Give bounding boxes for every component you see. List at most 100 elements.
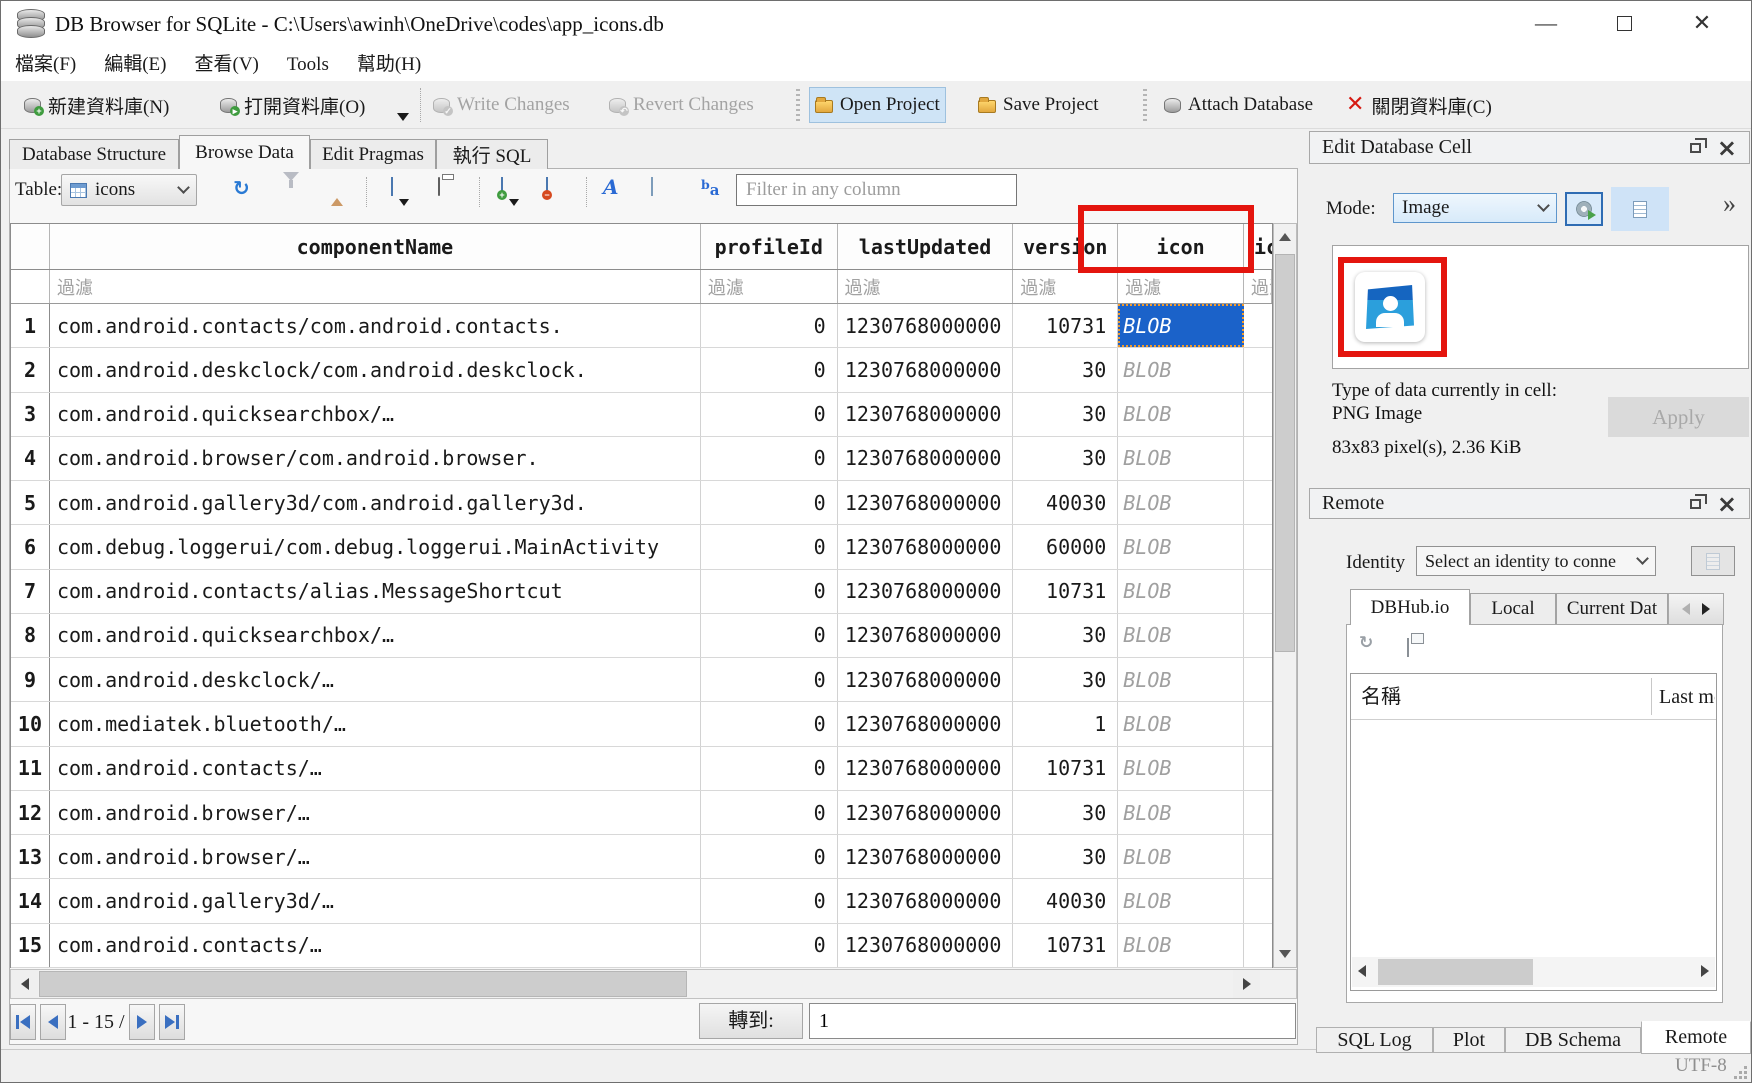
menu-view[interactable]: 查看(V)	[181, 48, 273, 81]
scroll-right-icon[interactable]	[1233, 970, 1260, 998]
mode-select[interactable]: Image	[1393, 193, 1557, 223]
cell-lastUpdated[interactable]: 1230768000000	[838, 304, 1014, 347]
open-database-dropdown-icon[interactable]	[397, 113, 409, 121]
filter-input[interactable]	[736, 174, 1017, 206]
column-header[interactable]: profileId	[701, 224, 838, 269]
cell-version[interactable]: 30	[1013, 835, 1118, 878]
scroll-down-icon[interactable]	[1274, 941, 1296, 967]
cell-icon[interactable]: BLOB	[1118, 481, 1244, 524]
tab-local[interactable]: Local	[1470, 593, 1556, 625]
cell-version[interactable]: 60000	[1013, 525, 1118, 568]
tab-dbhub-io[interactable]: DBHub.io	[1350, 589, 1470, 625]
cell-componentName[interactable]: com.android.contacts/…	[50, 924, 701, 967]
maximize-button[interactable]	[1593, 1, 1655, 45]
attach-database-button[interactable]: Attach Database	[1159, 87, 1318, 123]
filter-input[interactable]: 過濾	[1013, 270, 1118, 303]
cell-profileId[interactable]: 0	[701, 437, 838, 480]
print-button[interactable]	[438, 178, 440, 196]
cell-profileId[interactable]: 0	[701, 614, 838, 657]
column-name[interactable]: 名稱	[1361, 674, 1401, 720]
cell-overflow[interactable]	[1244, 393, 1272, 436]
cell-lastUpdated[interactable]: 1230768000000	[838, 393, 1014, 436]
cell-lastUpdated[interactable]: 1230768000000	[838, 614, 1014, 657]
cell-lastUpdated[interactable]: 1230768000000	[838, 570, 1014, 613]
tab-execute-sql[interactable]: 執行 SQL	[436, 139, 548, 169]
cell-icon[interactable]: BLOB	[1118, 614, 1244, 657]
column-header[interactable]: componentName	[50, 224, 701, 269]
cell-componentName[interactable]: com.android.quicksearchbox/…	[50, 614, 701, 657]
write-changes-button[interactable]: ✓ Write Changes	[428, 87, 575, 123]
filter-input[interactable]: 過濾	[50, 270, 701, 303]
row-number[interactable]: 12	[11, 791, 50, 834]
cell-overflow[interactable]	[1244, 304, 1272, 347]
cell-icon[interactable]: BLOB	[1118, 658, 1244, 701]
filter-input[interactable]: 過濾	[1244, 270, 1272, 303]
cell-componentName[interactable]: com.android.contacts/alias.MessageShortc…	[50, 570, 701, 613]
clone-database-button[interactable]	[1407, 639, 1409, 657]
cell-icon[interactable]: BLOB	[1118, 879, 1244, 922]
cell-lastUpdated[interactable]: 1230768000000	[838, 791, 1014, 834]
cell-icon[interactable]: BLOB	[1118, 393, 1244, 436]
cell-overflow[interactable]	[1244, 570, 1272, 613]
scroll-left-icon[interactable]	[11, 970, 38, 998]
row-number[interactable]: 7	[11, 570, 50, 613]
cell-lastUpdated[interactable]: 1230768000000	[838, 879, 1014, 922]
cell-icon[interactable]: BLOB	[1118, 924, 1244, 967]
cell-version[interactable]: 10731	[1013, 570, 1118, 613]
cell-icon[interactable]: BLOB	[1118, 791, 1244, 834]
row-number[interactable]: 6	[11, 525, 50, 568]
prev-page-button[interactable]	[40, 1004, 66, 1040]
cell-profileId[interactable]: 0	[701, 481, 838, 524]
row-number[interactable]: 4	[11, 437, 50, 480]
cell-icon[interactable]: BLOB	[1118, 835, 1244, 878]
tab-current-database[interactable]: Current Dat	[1556, 593, 1668, 625]
minimize-button[interactable]: —	[1515, 1, 1577, 45]
horizontal-scrollbar[interactable]	[10, 969, 1297, 999]
row-number[interactable]: 8	[11, 614, 50, 657]
filter-input[interactable]: 過濾	[838, 270, 1014, 303]
cell-version[interactable]: 10731	[1013, 304, 1118, 347]
cell-overflow[interactable]	[1244, 481, 1272, 524]
cell-icon[interactable]: BLOB	[1118, 525, 1244, 568]
column-header[interactable]: icon	[1118, 224, 1244, 269]
open-in-editor-button[interactable]	[651, 178, 653, 196]
import-certificate-button[interactable]	[1691, 546, 1735, 576]
row-number[interactable]: 10	[11, 702, 50, 745]
cell-version[interactable]: 10731	[1013, 747, 1118, 790]
cell-overflow[interactable]	[1244, 614, 1272, 657]
cell-componentName[interactable]: com.android.browser/com.android.browser.	[50, 437, 701, 480]
text-mode-button[interactable]	[1611, 187, 1669, 231]
goto-button[interactable]: 轉到:	[699, 1003, 803, 1039]
cell-lastUpdated[interactable]: 1230768000000	[838, 658, 1014, 701]
cell-version[interactable]: 30	[1013, 348, 1118, 391]
cell-lastUpdated[interactable]: 1230768000000	[838, 437, 1014, 480]
new-database-button[interactable]: + 新建資料庫(N)	[19, 87, 174, 123]
cell-lastUpdated[interactable]: 1230768000000	[838, 481, 1014, 524]
cell-version[interactable]: 30	[1013, 658, 1118, 701]
close-button[interactable]: ✕	[1671, 1, 1733, 45]
cell-profileId[interactable]: 0	[701, 791, 838, 834]
edit-cell-button[interactable]: A	[603, 175, 619, 199]
column-header[interactable]: ic	[1244, 224, 1272, 269]
cell-overflow[interactable]	[1244, 437, 1272, 480]
tab-sql-log[interactable]: SQL Log	[1316, 1027, 1433, 1053]
row-number[interactable]: 14	[11, 879, 50, 922]
cell-profileId[interactable]: 0	[701, 393, 838, 436]
cell-lastUpdated[interactable]: 1230768000000	[838, 924, 1014, 967]
filter-input[interactable]: 過濾	[1118, 270, 1244, 303]
row-number[interactable]: 3	[11, 393, 50, 436]
close-database-button[interactable]: ✕ 關閉資料庫(C)	[1341, 87, 1497, 123]
menu-file[interactable]: 檔案(F)	[1, 48, 90, 81]
save-project-button[interactable]: Save Project	[973, 87, 1104, 123]
vertical-scrollbar-thumb[interactable]	[1275, 254, 1295, 652]
scroll-up-icon[interactable]	[1274, 224, 1296, 250]
row-number[interactable]: 13	[11, 835, 50, 878]
float-panel-icon[interactable]	[1690, 499, 1701, 509]
cell-icon[interactable]: BLOB	[1118, 747, 1244, 790]
cell-componentName[interactable]: com.android.contacts/com.android.contact…	[50, 304, 701, 347]
cell-componentName[interactable]: com.android.gallery3d/…	[50, 879, 701, 922]
cell-lastUpdated[interactable]: 1230768000000	[838, 835, 1014, 878]
cell-profileId[interactable]: 0	[701, 348, 838, 391]
delete-record-button[interactable]: −	[546, 178, 548, 196]
cell-lastUpdated[interactable]: 1230768000000	[838, 747, 1014, 790]
